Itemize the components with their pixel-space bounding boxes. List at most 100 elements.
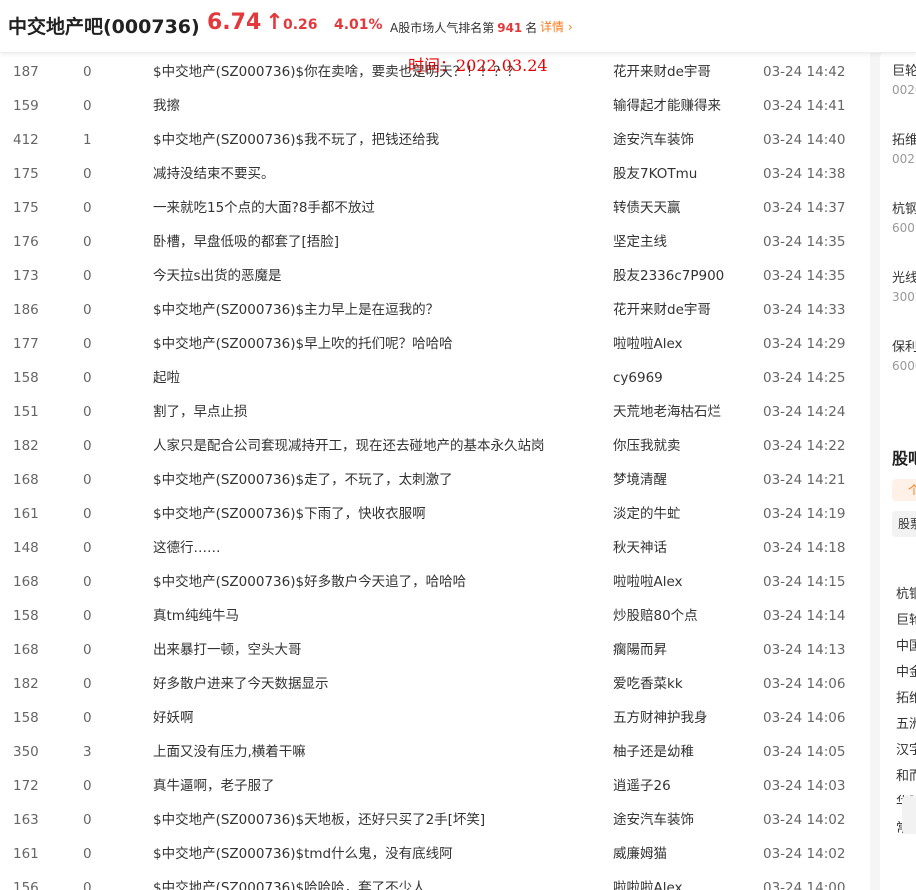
read-count: 159	[13, 98, 39, 114]
related-stock-item[interactable]: 巨轮 0020	[892, 63, 916, 99]
hot-bar-item[interactable]: 拓维	[896, 687, 916, 706]
hot-bar-item[interactable]: 中国	[896, 635, 916, 654]
post-author-link[interactable]: 柚子还是幼稚	[613, 735, 694, 769]
post-title-link[interactable]: 这德行……	[153, 531, 221, 565]
post-title-link[interactable]: $中交地产(SZ000736)$tmd什么鬼，没有底线阿	[153, 837, 453, 871]
related-stock-item[interactable]: 杭钢 600	[892, 201, 916, 237]
post-author-link[interactable]: 梦境清醒	[613, 463, 667, 497]
post-title-link[interactable]: 起啦	[153, 361, 180, 395]
related-stock-code: 3002	[892, 290, 916, 304]
post-author-link[interactable]: 五方财神护我身	[613, 701, 708, 735]
related-stock-name: 杭钢	[892, 202, 916, 217]
post-time: 03-24 14:24	[763, 404, 846, 420]
reply-count: 0	[83, 166, 92, 182]
post-row: 186 0 $中交地产(SZ000736)$主力早上是在逗我的？ 花开来财de宇哥 03…	[0, 293, 870, 327]
post-author-link[interactable]: 威廉姆猫	[613, 837, 667, 871]
rank-prefix: A股市场人气排名第	[390, 21, 495, 35]
post-row: 176 0 卧槽，早盘低吸的都套了[捂脸] 坚定主线 03-24 14:35	[0, 225, 870, 259]
post-author-link[interactable]: 啦啦啦Alex	[613, 871, 683, 890]
post-author-link[interactable]: 秋天神话	[613, 531, 667, 565]
read-count: 182	[13, 438, 39, 454]
post-title-link[interactable]: $中交地产(SZ000736)$哈哈哈，套了不少人	[153, 871, 426, 890]
post-row: 172 0 真牛逼啊，老子服了 逍遥子26 03-24 14:03	[0, 769, 870, 803]
post-time: 03-24 14:22	[763, 438, 846, 454]
post-row: 350 3 上面又没有压力,横着干嘛 柚子还是幼稚 03-24 14:05	[0, 735, 870, 769]
tab-stocks[interactable]: 股票	[892, 511, 916, 537]
post-author-link[interactable]: 花开来财de宇哥	[613, 293, 711, 327]
post-time: 03-24 14:41	[763, 98, 846, 114]
post-author-link[interactable]: 途安汽车装饰	[613, 123, 694, 157]
detail-link[interactable]: 详情 ›	[540, 18, 573, 35]
post-title-link[interactable]: $中交地产(SZ000736)$走了，不玩了，太刺激了	[153, 463, 453, 497]
post-time: 03-24 14:13	[763, 642, 846, 658]
post-title-link[interactable]: 上面又没有压力,横着干嘛	[153, 735, 306, 769]
post-author-link[interactable]: 你压我就卖	[613, 429, 681, 463]
post-author-link[interactable]: 股友7KOTmu	[613, 157, 697, 191]
related-stock-name: 光线	[892, 271, 916, 286]
read-count: 168	[13, 574, 39, 590]
post-title-link[interactable]: $中交地产(SZ000736)$主力早上是在逗我的？	[153, 293, 439, 327]
post-title-link[interactable]: 一来就吃15个点的大面?8手都不放过	[153, 191, 375, 225]
post-author-link[interactable]: 逍遥子26	[613, 769, 671, 803]
post-author-link[interactable]: 啦啦啦Alex	[613, 327, 683, 361]
tab-individual[interactable]: 个	[892, 479, 916, 501]
hot-bar-item[interactable]: 汉字	[896, 739, 916, 758]
post-author-link[interactable]: cy6969	[613, 361, 663, 395]
post-author-link[interactable]: 瘸陽而昇	[613, 633, 667, 667]
post-title-link[interactable]: 割了，早点止损	[153, 395, 248, 429]
hot-bar-item[interactable]: 巨轮	[896, 609, 916, 628]
post-row: 161 0 $中交地产(SZ000736)$tmd什么鬼，没有底线阿 威廉姆猫 03-2…	[0, 837, 870, 871]
reply-count: 0	[83, 710, 92, 726]
post-author-link[interactable]: 输得起才能赚得来	[613, 89, 721, 123]
post-row: 159 0 我擦 输得起才能赚得来 03-24 14:41	[0, 89, 870, 123]
post-time: 03-24 14:03	[763, 778, 846, 794]
post-title-link[interactable]: $中交地产(SZ000736)$天地板，还好只买了2手[坏笑]	[153, 803, 485, 837]
post-title-link[interactable]: 减持没结束不要买。	[153, 157, 275, 191]
post-author-link[interactable]: 坚定主线	[613, 225, 667, 259]
read-count: 172	[13, 778, 39, 794]
post-time: 03-24 14:37	[763, 200, 846, 216]
post-author-link[interactable]: 天荒地老海枯石烂	[613, 395, 721, 429]
reply-count: 0	[83, 676, 92, 692]
float-button[interactable]	[902, 796, 916, 834]
related-stock-item[interactable]: 保利 6000	[892, 339, 916, 375]
post-title-link[interactable]: 好妖啊	[153, 701, 194, 735]
post-time: 03-24 14:02	[763, 846, 846, 862]
read-count: 163	[13, 812, 39, 828]
post-time: 03-24 14:18	[763, 540, 846, 556]
post-title-link[interactable]: $中交地产(SZ000736)$好多散户今天追了，哈哈哈	[153, 565, 466, 599]
post-title-link[interactable]: 出来暴打一顿，空头大哥	[153, 633, 302, 667]
post-title-link[interactable]: 我擦	[153, 89, 180, 123]
post-title-link[interactable]: 卧槽，早盘低吸的都套了[捂脸]	[153, 225, 339, 259]
related-stock-item[interactable]: 光线 3002	[892, 270, 916, 306]
read-count: 175	[13, 200, 39, 216]
hot-bar-item[interactable]: 和而	[896, 765, 916, 784]
post-row: 161 0 $中交地产(SZ000736)$下雨了，快收衣服啊 淡定的牛虻 03-24 …	[0, 497, 870, 531]
post-author-link[interactable]: 爱吃香菜kk	[613, 667, 683, 701]
price-change: 0.26	[283, 17, 318, 33]
post-author-link[interactable]: 途安汽车装饰	[613, 803, 694, 837]
post-title-link[interactable]: 真tm纯纯牛马	[153, 599, 239, 633]
post-author-link[interactable]: 股友2336c7P900	[613, 259, 724, 293]
post-author-link[interactable]: 啦啦啦Alex	[613, 565, 683, 599]
post-author-link[interactable]: 淡定的牛虻	[613, 497, 681, 531]
related-stock-item[interactable]: 拓维 0023	[892, 132, 916, 168]
post-row: 148 0 这德行…… 秋天神话 03-24 14:18	[0, 531, 870, 565]
post-title-link[interactable]: $中交地产(SZ000736)$早上吹的托们呢？哈哈哈	[153, 327, 453, 361]
post-author-link[interactable]: 炒股赔80个点	[613, 599, 698, 633]
hot-bar-item[interactable]: 杭钢	[896, 583, 916, 602]
post-author-link[interactable]: 转债天天赢	[613, 191, 681, 225]
post-title-link[interactable]: 好多散户进来了今天数据显示	[153, 667, 329, 701]
bar-title[interactable]: 中交地产吧(000736)	[8, 12, 200, 39]
post-title-link[interactable]: 人家只是配合公司套现减持开工，现在还去碰地产的基本永久站岗	[153, 429, 545, 463]
read-count: 158	[13, 710, 39, 726]
post-title-link[interactable]: 今天拉s出货的恶魔是	[153, 259, 282, 293]
read-count: 161	[13, 506, 39, 522]
post-author-link[interactable]: 花开来财de宇哥	[613, 55, 711, 89]
post-title-link[interactable]: 真牛逼啊，老子服了	[153, 769, 275, 803]
post-title-link[interactable]: $中交地产(SZ000736)$下雨了，快收衣服啊	[153, 497, 426, 531]
read-count: 175	[13, 166, 39, 182]
post-title-link[interactable]: $中交地产(SZ000736)$我不玩了，把钱还给我	[153, 123, 439, 157]
hot-bar-item[interactable]: 中金	[896, 661, 916, 680]
hot-bar-item[interactable]: 五洲	[896, 713, 916, 732]
